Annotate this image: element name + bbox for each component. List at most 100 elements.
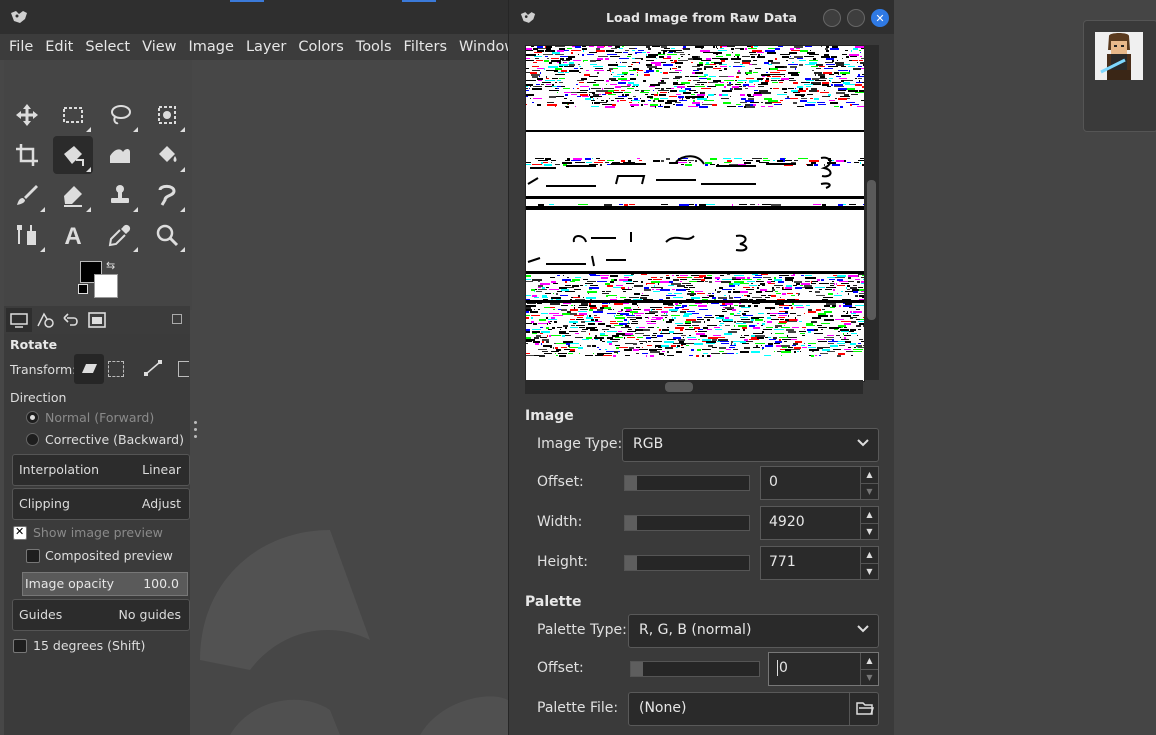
show-preview-checkbox[interactable] [13, 525, 27, 540]
menu-colors[interactable]: Colors [292, 39, 349, 55]
width-spinbox[interactable]: 4920 ▲ ▼ [760, 506, 879, 540]
offset-slider-knob[interactable] [625, 476, 637, 490]
offset-decrement[interactable]: ▼ [861, 483, 878, 500]
eraser-tool[interactable] [53, 176, 93, 214]
palette-offset-increment[interactable]: ▲ [861, 653, 878, 669]
direction-label: Direction [10, 390, 67, 405]
path-icon [144, 360, 162, 376]
minimize-button[interactable] [823, 9, 841, 27]
image-opacity-slider[interactable]: Image opacity 100.0 [22, 572, 188, 596]
palette-file-chooser[interactable]: (None) [628, 692, 879, 726]
lasso-tool[interactable] [100, 96, 140, 134]
tab-tool-options[interactable] [6, 308, 32, 332]
move-tool[interactable] [7, 96, 47, 134]
menubar: File Edit Select View Image Layer Colors… [0, 34, 524, 60]
width-slider-knob[interactable] [625, 516, 637, 530]
transform-path-button[interactable] [144, 360, 162, 380]
raw-preview-image [526, 46, 864, 357]
preview-horizontal-scrollbar[interactable] [525, 380, 863, 394]
direction-corrective-radio[interactable] [26, 433, 39, 446]
lasso-icon [111, 105, 131, 125]
menu-tools[interactable]: Tools [350, 39, 398, 55]
guides-value: No guides [118, 607, 181, 622]
fuzzy-select-tool[interactable] [147, 96, 187, 134]
palette-type-dropdown[interactable]: R, G, B (normal) [628, 614, 879, 648]
smudge-tool[interactable] [147, 176, 187, 214]
clone-tool[interactable] [100, 176, 140, 214]
palette-offset-slider-knob[interactable] [631, 662, 643, 676]
palette-offset-value[interactable]: 0 [777, 660, 788, 676]
guides-label: Guides [19, 607, 63, 622]
height-spinbox[interactable]: 771 ▲ ▼ [760, 546, 879, 580]
background-color-swatch[interactable] [94, 274, 118, 298]
avatar[interactable] [1095, 32, 1143, 80]
maximize-button[interactable] [847, 9, 865, 27]
menu-select[interactable]: Select [79, 39, 136, 55]
dialog-titlebar[interactable]: Load Image from Raw Data ✕ [509, 0, 894, 34]
menu-filters[interactable]: Filters [398, 39, 453, 55]
guides-combo[interactable]: Guides No guides [12, 599, 190, 631]
palette-offset-label: Offset: [537, 660, 584, 676]
clipping-combo[interactable]: Clipping Adjust [12, 488, 190, 520]
tab-undo-history[interactable] [58, 308, 84, 332]
transform-tool[interactable] [53, 136, 93, 174]
rect-select-tool[interactable] [53, 96, 93, 134]
rotate-icon [64, 146, 84, 166]
width-label: Width: [537, 514, 583, 530]
transform-selection-button[interactable] [108, 361, 124, 377]
swap-colors-icon[interactable]: ⇆ [106, 259, 115, 272]
transform-layer-button[interactable] [74, 354, 104, 384]
width-increment[interactable]: ▲ [861, 507, 878, 523]
menu-view[interactable]: View [136, 39, 182, 55]
height-increment[interactable]: ▲ [861, 547, 878, 563]
direction-normal-radio[interactable] [26, 411, 39, 424]
interpolation-value: Linear [142, 462, 181, 477]
constrain-15-degrees-checkbox[interactable] [13, 639, 27, 653]
direction-corrective-label: Corrective (Backward) [45, 432, 184, 447]
color-picker-tool[interactable] [100, 216, 140, 254]
tab-device-status[interactable] [32, 308, 58, 332]
image-type-dropdown[interactable]: RGB [622, 428, 879, 462]
text-tool[interactable]: A [53, 216, 93, 254]
composited-preview-checkbox[interactable] [26, 549, 40, 563]
palette-type-label: Palette Type: [537, 622, 627, 638]
menu-file[interactable]: File [0, 39, 39, 55]
menu-image[interactable]: Image [183, 39, 240, 55]
height-slider-knob[interactable] [625, 556, 637, 570]
gimp-titlebar [0, 0, 508, 34]
palette-offset-spinbox[interactable]: 0 ▲ ▼ [768, 652, 879, 686]
height-decrement[interactable]: ▼ [861, 563, 878, 580]
horizontal-scroll-thumb[interactable] [665, 382, 693, 392]
offset-spinbox[interactable]: 0 ▲ ▼ [760, 466, 879, 500]
width-slider[interactable] [624, 515, 750, 531]
interpolation-combo[interactable]: Interpolation Linear [12, 454, 190, 486]
offset-slider[interactable] [624, 475, 750, 491]
palette-offset-decrement[interactable]: ▼ [861, 669, 878, 686]
rect-select-icon [63, 107, 83, 123]
transform-image-button[interactable] [178, 361, 189, 377]
tab-images[interactable] [84, 308, 110, 332]
palette-offset-slider[interactable] [630, 661, 760, 677]
menu-layer[interactable]: Layer [240, 39, 292, 55]
clipping-value: Adjust [141, 496, 181, 511]
panel-resize-handle[interactable] [194, 421, 198, 441]
gimp-logo-icon [11, 11, 27, 23]
close-button[interactable]: ✕ [871, 9, 889, 27]
open-file-button[interactable] [849, 693, 878, 725]
warp-icon [110, 149, 130, 163]
zoom-tool[interactable] [147, 216, 187, 254]
height-slider[interactable] [624, 555, 750, 571]
preview-vertical-scrollbar[interactable] [864, 45, 879, 380]
width-decrement[interactable]: ▼ [861, 523, 878, 540]
menu-edit[interactable]: Edit [39, 39, 79, 55]
reset-colors-icon[interactable] [78, 284, 88, 294]
crop-tool[interactable] [7, 136, 47, 174]
paintbrush-tool[interactable] [7, 176, 47, 214]
vertical-scroll-thumb[interactable] [867, 180, 876, 320]
configure-tab-icon[interactable] [172, 314, 182, 324]
paths-tool[interactable] [7, 216, 47, 254]
warp-tool[interactable] [100, 136, 140, 174]
bucket-fill-tool[interactable] [147, 136, 187, 174]
eraser-icon [64, 186, 82, 207]
offset-increment[interactable]: ▲ [861, 467, 878, 483]
